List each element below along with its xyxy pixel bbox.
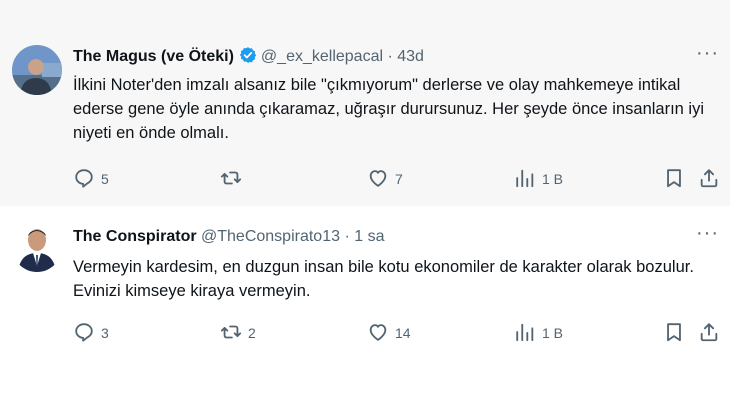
display-name[interactable]: The Magus (ve Öteki) bbox=[73, 48, 234, 65]
views-icon bbox=[514, 321, 536, 346]
retweet-button[interactable]: 2 bbox=[220, 320, 256, 346]
views-count: 1 B bbox=[542, 325, 564, 341]
share-icon bbox=[698, 167, 720, 192]
separator: · bbox=[387, 48, 393, 65]
heart-icon bbox=[367, 167, 389, 192]
views-button[interactable]: 1 B bbox=[514, 166, 563, 192]
reply-count: 5 bbox=[101, 171, 109, 187]
tweet-actions: 5 7 1 B bbox=[73, 166, 718, 192]
more-options-icon[interactable]: ··· bbox=[696, 223, 718, 250]
views-count: 1 B bbox=[542, 171, 564, 187]
like-button[interactable]: 14 bbox=[367, 320, 411, 346]
like-button[interactable]: 7 bbox=[367, 166, 403, 192]
tweet-header: The Magus (ve Öteki) @_ex_kellepacal · 43… bbox=[73, 46, 424, 68]
like-count: 7 bbox=[395, 171, 403, 187]
tweet-text: Vermeyin kardesim, en duzgun insan bile … bbox=[73, 258, 694, 300]
share-button[interactable] bbox=[698, 320, 720, 346]
tweet-2[interactable]: The Conspirator @TheConspirato13 · 1 sa … bbox=[0, 206, 730, 420]
tweet-header: The Conspirator @TheConspirato13 · 1 sa bbox=[73, 226, 384, 248]
display-name[interactable]: The Conspirator bbox=[73, 228, 197, 245]
bookmark-icon bbox=[663, 167, 685, 192]
timestamp[interactable]: 1 sa bbox=[354, 228, 384, 245]
reply-button[interactable]: 5 bbox=[73, 166, 109, 192]
handle[interactable]: @TheConspirato13 bbox=[201, 228, 340, 245]
tweet-actions: 3 2 14 1 B bbox=[73, 320, 718, 346]
handle[interactable]: @_ex_kellepacal bbox=[261, 48, 383, 65]
bookmark-icon bbox=[663, 321, 685, 346]
tweet-1[interactable]: The Magus (ve Öteki) @_ex_kellepacal · 43… bbox=[0, 0, 730, 206]
separator: · bbox=[344, 228, 350, 245]
views-button[interactable]: 1 B bbox=[514, 320, 563, 346]
avatar[interactable] bbox=[12, 222, 62, 272]
views-icon bbox=[514, 167, 536, 192]
retweet-button[interactable] bbox=[220, 166, 248, 192]
more-options-icon[interactable]: ··· bbox=[696, 43, 718, 70]
heart-icon bbox=[367, 321, 389, 346]
bookmark-button[interactable] bbox=[663, 320, 685, 346]
bookmark-button[interactable] bbox=[663, 166, 685, 192]
tweet-text: İlkini Noter'den imzalı alsanız bile "çı… bbox=[73, 76, 705, 142]
timestamp[interactable]: 43d bbox=[397, 48, 424, 65]
reply-icon bbox=[73, 167, 95, 192]
verified-badge-icon bbox=[239, 46, 257, 71]
reply-count: 3 bbox=[101, 325, 109, 341]
avatar[interactable] bbox=[12, 45, 62, 95]
retweet-icon bbox=[220, 321, 242, 346]
retweet-icon bbox=[220, 167, 242, 192]
like-count: 14 bbox=[395, 325, 411, 341]
reply-icon bbox=[73, 321, 95, 346]
share-icon bbox=[698, 321, 720, 346]
retweet-count: 2 bbox=[248, 325, 256, 341]
share-button[interactable] bbox=[698, 166, 720, 192]
reply-button[interactable]: 3 bbox=[73, 320, 109, 346]
